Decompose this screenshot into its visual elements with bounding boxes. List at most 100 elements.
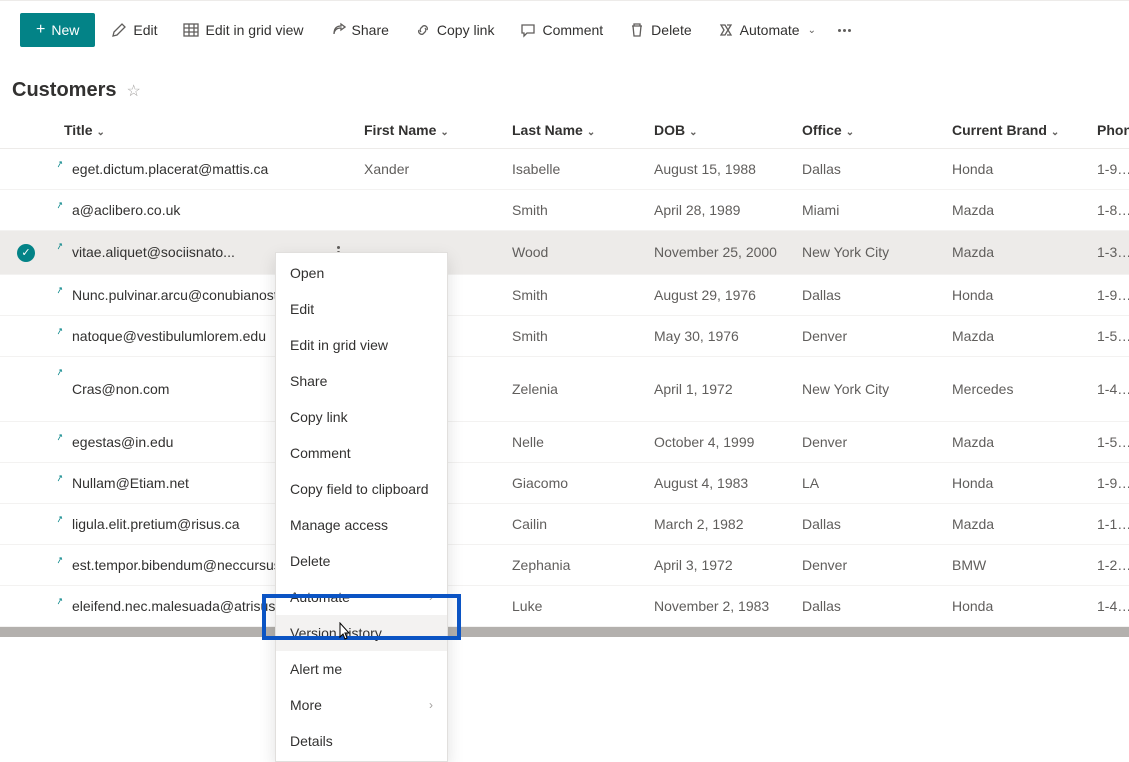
context-menu-item-label: More [290, 697, 322, 713]
automate-button[interactable]: Automate ⌄ [708, 16, 826, 44]
table-row[interactable]: Cras@non.comZeleniaApril 1, 1972New York… [0, 356, 1129, 421]
row-select-cell[interactable] [0, 149, 52, 190]
delete-label: Delete [651, 22, 691, 38]
column-brand[interactable]: Current Brand⌄ [940, 112, 1085, 149]
table-row[interactable]: est.tempor.bibendum@neccursusZephaniaApr… [0, 544, 1129, 585]
context-menu-item[interactable]: Edit in grid view [276, 327, 447, 363]
column-office[interactable]: Office⌄ [790, 112, 940, 149]
table-row[interactable]: eleifend.nec.malesuada@atrisus.cLukeNove… [0, 585, 1129, 626]
row-select-cell[interactable] [0, 503, 52, 544]
context-menu-item[interactable]: Manage access [276, 507, 447, 543]
chevron-down-icon: ⌄ [1051, 127, 1059, 138]
cell-brand: Mazda [940, 231, 1085, 275]
column-last-name[interactable]: Last Name⌄ [500, 112, 642, 149]
row-select-cell[interactable] [0, 421, 52, 462]
table-row[interactable]: ✓vitae.aliquet@sociisnato...WoodNovember… [0, 231, 1129, 275]
context-menu-item[interactable]: Open [276, 255, 447, 291]
column-phone[interactable]: Phon [1085, 112, 1129, 149]
row-select-cell[interactable] [0, 585, 52, 626]
cell-dob: August 4, 1983 [642, 462, 790, 503]
table-row[interactable]: Nullam@Etiam.netGiacomoAugust 4, 1983LAH… [0, 462, 1129, 503]
cell-title[interactable]: eget.dictum.placerat@mattis.ca [52, 149, 352, 190]
context-menu-item[interactable]: Copy link [276, 399, 447, 435]
cell-dob: March 2, 1982 [642, 503, 790, 544]
cell-last-name: Cailin [500, 503, 642, 544]
context-menu-item[interactable]: Delete [276, 543, 447, 579]
cell-phone: 1-813- [1085, 190, 1129, 231]
context-menu-item[interactable]: Copy field to clipboard [276, 471, 447, 507]
list-title-row: Customers ☆ [0, 59, 1129, 112]
context-menu-item[interactable]: Alert me [276, 651, 447, 687]
context-menu-item[interactable]: More › [276, 687, 447, 723]
favorite-star-icon[interactable]: ☆ [126, 81, 140, 101]
new-button[interactable]: + New [20, 13, 95, 47]
cell-title[interactable]: a@aclibero.co.uk [52, 190, 352, 231]
cell-last-name: Zephania [500, 544, 642, 585]
row-select-cell[interactable] [0, 274, 52, 315]
row-select-cell[interactable] [0, 315, 52, 356]
table-row[interactable]: natoque@vestibulumlorem.eduSmithMay 30, … [0, 315, 1129, 356]
cell-office: Dallas [790, 503, 940, 544]
table-row[interactable]: eget.dictum.placerat@mattis.caXanderIsab… [0, 149, 1129, 190]
row-select-cell[interactable] [0, 356, 52, 421]
column-first-name[interactable]: First Name⌄ [352, 112, 500, 149]
grid-icon [183, 22, 199, 38]
cell-phone: 1-481- [1085, 356, 1129, 421]
comment-button[interactable]: Comment [510, 16, 613, 44]
edit-grid-button[interactable]: Edit in grid view [173, 16, 313, 44]
cell-office: Denver [790, 421, 940, 462]
cell-last-name: Zelenia [500, 356, 642, 421]
cell-brand: Mazda [940, 421, 1085, 462]
comment-icon [520, 22, 536, 38]
share-button[interactable]: Share [320, 16, 399, 44]
row-select-cell[interactable] [0, 462, 52, 503]
cell-brand: Honda [940, 149, 1085, 190]
cell-last-name: Smith [500, 274, 642, 315]
edit-button[interactable]: Edit [101, 16, 167, 44]
context-menu-item-label: Open [290, 265, 324, 281]
context-menu-item[interactable]: Edit [276, 291, 447, 327]
flow-icon [718, 22, 734, 38]
context-menu-item[interactable]: Automate› [276, 579, 447, 615]
row-select-cell[interactable] [0, 544, 52, 585]
context-menu-item[interactable]: Share [276, 363, 447, 399]
table-row[interactable]: ligula.elit.pretium@risus.caCailinMarch … [0, 503, 1129, 544]
cell-phone: 1-102- [1085, 503, 1129, 544]
context-menu-item-label: Edit [290, 301, 314, 317]
row-select-cell[interactable] [0, 190, 52, 231]
cell-office: Miami [790, 190, 940, 231]
cell-first-name [352, 190, 500, 231]
table-row[interactable]: Nunc.pulvinar.arcu@conubianostrSmithAugu… [0, 274, 1129, 315]
copy-link-button[interactable]: Copy link [405, 16, 505, 44]
cell-office: New York City [790, 356, 940, 421]
context-menu-item[interactable]: Comment [276, 435, 447, 471]
column-title[interactable]: Title⌄ [52, 112, 352, 149]
edit-button-label: Edit [133, 22, 157, 38]
column-dob[interactable]: DOB⌄ [642, 112, 790, 149]
chevron-down-icon: ⌄ [808, 25, 816, 36]
cell-brand: Honda [940, 274, 1085, 315]
cell-brand: Mazda [940, 503, 1085, 544]
cell-phone: 1-309- [1085, 231, 1129, 275]
cell-office: Dallas [790, 585, 940, 626]
pencil-icon [111, 22, 127, 38]
share-label: Share [352, 22, 389, 38]
column-select[interactable] [0, 112, 52, 149]
context-menu-item-label: Manage access [290, 517, 388, 533]
table-row[interactable]: egestas@in.eduNelleOctober 4, 1999Denver… [0, 421, 1129, 462]
chevron-right-icon: › [429, 698, 433, 712]
context-menu-item[interactable]: Version history [276, 615, 447, 651]
delete-button[interactable]: Delete [619, 16, 701, 44]
share-icon [330, 22, 346, 38]
chevron-down-icon: ⌄ [97, 127, 105, 138]
context-menu-item-label: Copy field to clipboard [290, 481, 429, 497]
list-title: Customers [12, 79, 116, 102]
cell-phone: 1-995- [1085, 149, 1129, 190]
table-row[interactable]: a@aclibero.co.ukSmithApril 28, 1989Miami… [0, 190, 1129, 231]
row-select-cell[interactable]: ✓ [0, 231, 52, 275]
cell-brand: Mazda [940, 315, 1085, 356]
overflow-button[interactable] [832, 29, 857, 32]
check-icon: ✓ [17, 244, 35, 262]
cell-dob: April 1, 1972 [642, 356, 790, 421]
context-menu-item[interactable]: Details [276, 723, 447, 759]
